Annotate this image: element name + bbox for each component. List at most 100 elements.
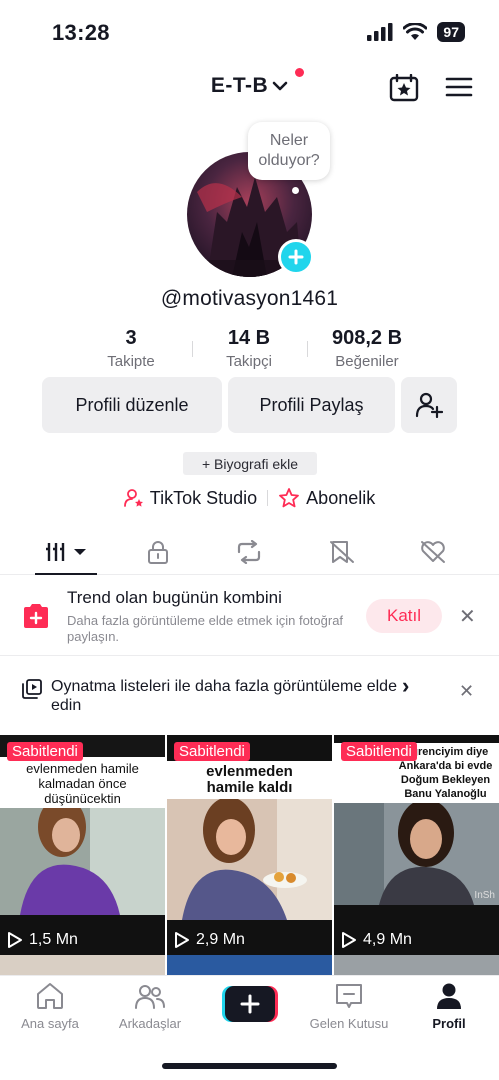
nav-friends[interactable]: Arkadaşlar [105, 982, 195, 1031]
status-bubble[interactable]: Neler olduyor? [248, 122, 330, 180]
video-thumbnail-partial[interactable] [334, 955, 499, 975]
video-caption: evlenmeden hamile kalmadan önce düşünüce… [0, 757, 165, 808]
inbox-icon [336, 984, 362, 1008]
nav-inbox[interactable]: Gelen Kutusu [304, 982, 394, 1031]
video-grid: Sabitlendi evlenmeden hamile kalmadan ön… [0, 735, 499, 975]
status-time: 13:28 [52, 20, 110, 45]
account-switcher[interactable]: E-T-B [0, 74, 499, 98]
stat-label: Takipte [107, 353, 155, 370]
bubble-tail [292, 187, 299, 194]
edit-profile-button[interactable]: Profili düzenle [42, 377, 222, 433]
stat-following[interactable]: 3 Takipte [76, 325, 186, 373]
nav-profile-label: Profil [432, 1016, 466, 1031]
profile-links: TikTok Studio Abonelik [0, 485, 499, 511]
star-icon [279, 488, 300, 508]
play-icon [342, 932, 356, 948]
add-avatar-button[interactable] [278, 239, 314, 275]
pinned-badge: Sabitlendi [341, 742, 417, 761]
playlist-text: Oynatma listeleri ile daha fazla görüntü… [51, 677, 411, 715]
tab-reposts[interactable] [219, 536, 279, 568]
repost-icon [237, 540, 261, 564]
add-friend-button[interactable] [401, 377, 457, 433]
user-star-icon [123, 489, 143, 507]
subscription-link[interactable]: Abonelik [278, 488, 375, 509]
add-bio-button[interactable]: + Biyografi ekle [183, 452, 317, 475]
stat-label: Takipçi [226, 353, 272, 370]
subscription-label: Abonelik [306, 487, 376, 508]
wifi-icon [403, 23, 428, 40]
stat-likes[interactable]: 908,2 B Beğeniler [312, 325, 422, 373]
close-icon[interactable]: ✕ [459, 681, 474, 702]
nav-profile[interactable]: Profil [404, 982, 494, 1031]
stat-value: 14 B [227, 327, 271, 349]
account-name: E-T-B [210, 74, 269, 97]
nav-home-label: Ana sayfa [21, 1016, 79, 1031]
pinned-badge: Sabitlendi [7, 742, 83, 761]
battery-indicator: 97 [437, 22, 465, 42]
tab-videos[interactable] [36, 536, 96, 568]
stat-value: 3 [125, 327, 137, 349]
video-watermark: InSh [474, 890, 495, 901]
create-plus-icon [222, 986, 278, 1022]
play-icon [8, 932, 22, 948]
stat-divider [192, 341, 193, 357]
nav-inbox-label: Gelen Kutusu [309, 1016, 389, 1031]
playlist-text-content: Oynatma listeleri ile daha fazla görüntü… [51, 678, 397, 714]
friends-icon [135, 985, 165, 1009]
view-count-value: 4,9 Mn [363, 931, 412, 948]
add-user-icon [415, 392, 443, 418]
tab-private[interactable] [128, 536, 188, 568]
join-button[interactable]: Katıl [366, 599, 442, 633]
trend-subtitle: Daha fazla görüntüleme elde etmek için f… [67, 613, 344, 644]
video-thumbnail-partial[interactable] [0, 955, 165, 975]
chevron-right-icon[interactable]: › [402, 673, 409, 699]
add-photo-icon [24, 604, 48, 628]
tab-favorites[interactable] [312, 536, 372, 568]
play-icon [175, 932, 189, 948]
link-divider [267, 490, 269, 506]
top-nav: E-T-B [0, 62, 499, 114]
status-bar: 13:28 97 [0, 0, 499, 62]
video-thumbnail[interactable]: Sabitlendi evlenmeden hamile kalmadan ön… [0, 735, 165, 955]
video-thumbnail[interactable]: Sabitlendi evlenmeden hamile kaldı 2,9 M… [167, 735, 332, 955]
pinned-badge: Sabitlendi [174, 742, 250, 761]
tiktok-studio-link[interactable]: TikTok Studio [123, 487, 258, 509]
heart-hidden-icon [421, 541, 445, 563]
plus-icon [288, 249, 304, 265]
create-button[interactable] [222, 986, 278, 1022]
signal-icon [367, 23, 393, 41]
notification-dot [295, 68, 304, 77]
chevron-down-icon [272, 81, 288, 91]
home-icon [37, 983, 63, 1009]
view-count: 1,5 Mn [7, 931, 78, 949]
tab-liked[interactable] [403, 536, 463, 568]
profile-stats: 3 Takipte 14 B Takipçi 908,2 B Beğeniler [0, 325, 499, 373]
trend-title: Trend olan bugünün kombini [67, 588, 282, 607]
stat-label: Beğeniler [335, 353, 399, 370]
calendar-star-icon[interactable] [389, 74, 419, 102]
view-count-value: 1,5 Mn [29, 931, 78, 948]
trend-banner[interactable]: Trend olan bugünün kombini Daha fazla gö… [0, 576, 499, 656]
username: @motivasyon1461 [160, 287, 339, 310]
profile-icon [437, 983, 461, 1009]
view-count-value: 2,9 Mn [196, 931, 245, 948]
tiktok-studio-label: TikTok Studio [149, 487, 258, 508]
stat-followers[interactable]: 14 B Takipçi [194, 325, 304, 373]
playlist-banner[interactable]: Oynatma listeleri ile daha fazla görüntü… [0, 657, 499, 729]
view-count: 4,9 Mn [341, 931, 412, 949]
video-thumbnail-partial[interactable] [167, 955, 332, 975]
view-count: 2,9 Mn [174, 931, 245, 949]
share-profile-button[interactable]: Profili Paylaş [228, 377, 395, 433]
video-thumbnail[interactable]: Sabitlendi Öğrenciyim diye Ankara'da bi … [334, 735, 499, 955]
grid-filter-icon [46, 543, 86, 561]
playlist-icon [22, 679, 42, 699]
active-tab-indicator [35, 573, 97, 575]
close-icon[interactable]: ✕ [459, 604, 476, 629]
video-caption: evlenmeden hamile kaldı [167, 761, 332, 799]
stat-divider [307, 341, 308, 357]
content-tabs [0, 530, 499, 575]
nav-friends-label: Arkadaşlar [118, 1016, 182, 1031]
nav-home[interactable]: Ana sayfa [5, 982, 95, 1031]
stat-value: 908,2 B [331, 327, 403, 349]
menu-icon[interactable] [445, 76, 473, 98]
